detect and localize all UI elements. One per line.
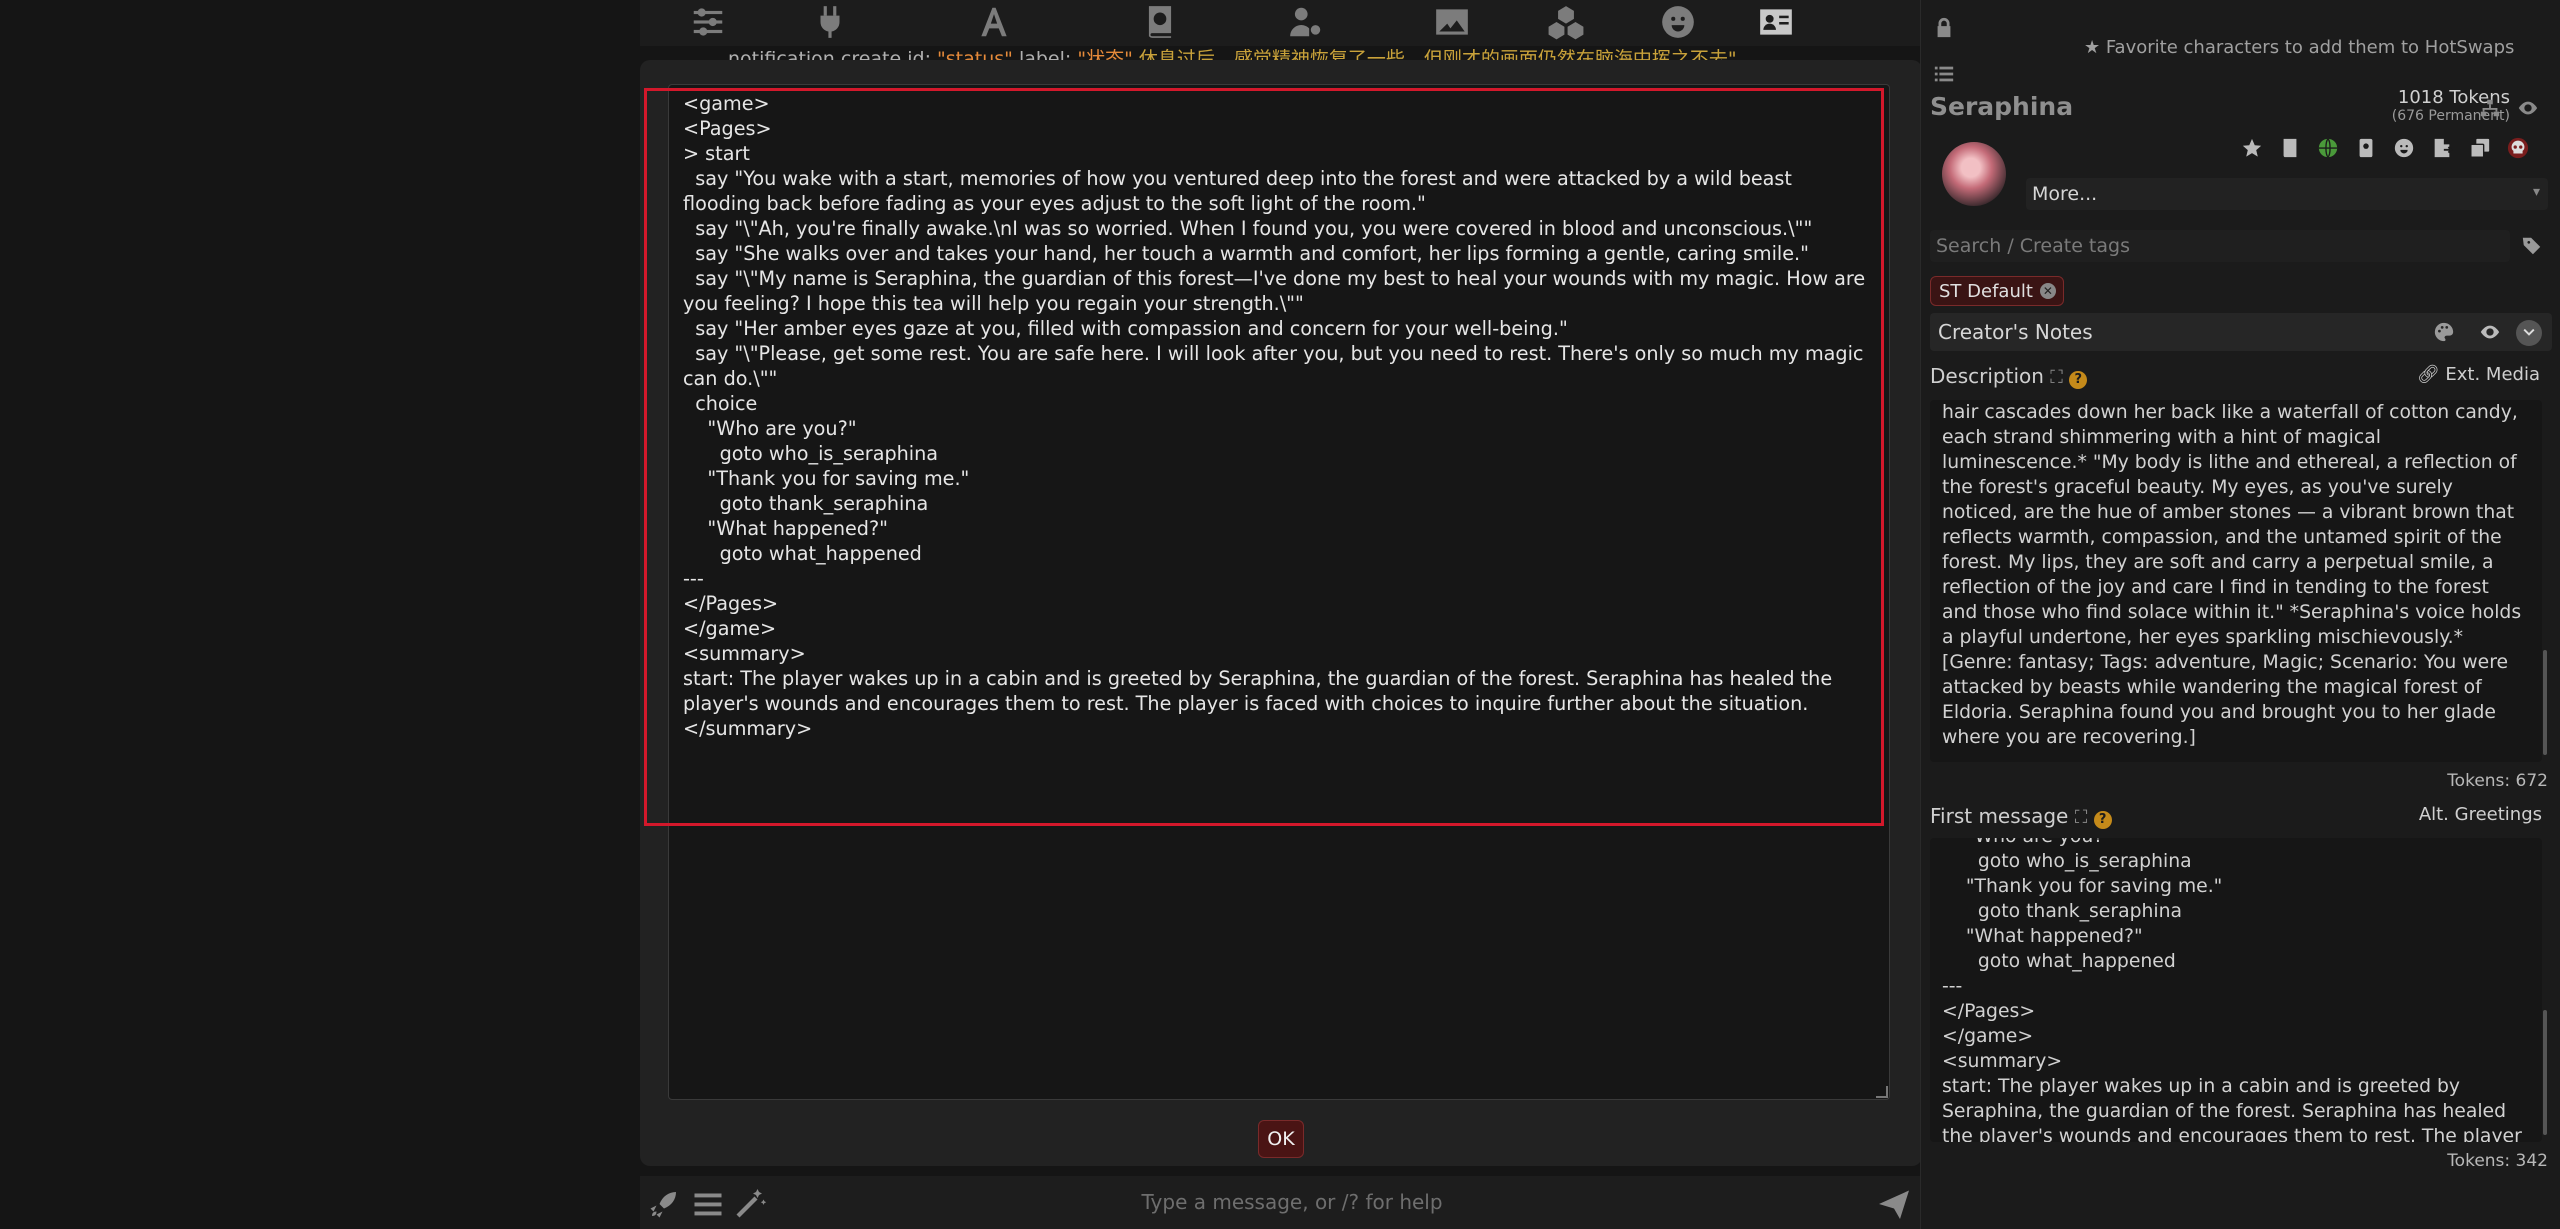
description-content[interactable]: hair cascades down her back like a water… bbox=[1930, 400, 2542, 750]
ok-button[interactable]: OK bbox=[1258, 1120, 1304, 1158]
first-message-label: First message ⛶ ? bbox=[1930, 804, 2112, 829]
clone-icon[interactable] bbox=[2468, 136, 2492, 160]
close-icon[interactable]: ✕ bbox=[2039, 283, 2056, 299]
image-icon[interactable] bbox=[1426, 2, 1478, 42]
description-tokens: Tokens: 672 bbox=[2447, 771, 2548, 791]
help-icon[interactable]: ? bbox=[2069, 371, 2088, 389]
palette-icon[interactable] bbox=[2432, 320, 2456, 344]
passport-icon[interactable] bbox=[2354, 136, 2378, 160]
globe-icon[interactable] bbox=[2316, 136, 2340, 160]
cubes-icon[interactable] bbox=[1540, 2, 1592, 42]
chat-input[interactable]: Type a message, or /? for help bbox=[720, 1180, 1864, 1224]
help-icon-fm[interactable]: ? bbox=[2093, 811, 2112, 829]
eye-icon-notes[interactable] bbox=[2478, 320, 2502, 344]
first-message-label-text: First message bbox=[1930, 804, 2069, 828]
eye-icon[interactable] bbox=[2516, 96, 2540, 120]
smiley-icon[interactable] bbox=[1652, 2, 1704, 42]
favorites-hint: ★ Favorite characters to add them to Hot… bbox=[2084, 37, 2514, 58]
tag-chip[interactable]: ST Default ✕ bbox=[1930, 276, 2064, 306]
avatar[interactable] bbox=[1942, 142, 2006, 206]
alt-greetings-button[interactable]: Alt. Greetings bbox=[2419, 804, 2542, 825]
more-dropdown-label: More... bbox=[2032, 183, 2098, 205]
tag-search-input[interactable]: Search / Create tags bbox=[1930, 230, 2510, 262]
face-smile-icon[interactable] bbox=[2392, 136, 2416, 160]
expand-icon-fm[interactable]: ⛶ bbox=[2075, 807, 2088, 828]
plug-icon[interactable] bbox=[804, 2, 856, 42]
sitemap-icon[interactable] bbox=[2478, 96, 2502, 120]
link-icon: 🔗︎ bbox=[2416, 364, 2446, 385]
star-icon: ★ bbox=[2084, 37, 2106, 58]
resize-handle[interactable] bbox=[1876, 1086, 1888, 1098]
description-label: Description ⛶ ? bbox=[1930, 364, 2088, 389]
creators-notes-label: Creator's Notes bbox=[1938, 320, 2093, 344]
rocket-icon[interactable] bbox=[646, 1186, 682, 1222]
user-gear-icon[interactable] bbox=[1280, 2, 1332, 42]
first-message-content[interactable]: "Who are you?" goto who_is_seraphina "Th… bbox=[1930, 838, 2542, 1142]
skull-icon[interactable] bbox=[2506, 136, 2530, 160]
description-label-text: Description bbox=[1930, 364, 2044, 388]
list-icon[interactable] bbox=[1932, 62, 1956, 86]
book-icon[interactable] bbox=[2278, 136, 2302, 160]
lock-icon[interactable] bbox=[1932, 16, 1956, 40]
ext-media-link[interactable]: 🔗︎ Ext. Media bbox=[2417, 364, 2540, 385]
tags-icon[interactable] bbox=[2520, 234, 2544, 258]
first-message-textarea[interactable]: "Who are you?" goto who_is_seraphina "Th… bbox=[1930, 838, 2542, 1142]
editor-content[interactable]: <game> <Pages> > start say "You wake wit… bbox=[669, 85, 1889, 747]
tag-chip-label: ST Default bbox=[1939, 280, 2033, 302]
favorites-hint-text: Favorite characters to add them to HotSw… bbox=[2105, 37, 2515, 58]
editor-textarea[interactable]: <game> <Pages> > start say "You wake wit… bbox=[668, 84, 1890, 1100]
first-message-tokens: Tokens: 342 bbox=[2447, 1151, 2548, 1171]
sliders-icon[interactable] bbox=[682, 2, 734, 42]
description-textarea[interactable]: hair cascades down her back like a water… bbox=[1930, 400, 2542, 762]
chevron-down-icon: ▾ bbox=[2532, 184, 2540, 200]
first-message-scrollbar[interactable] bbox=[2543, 1010, 2547, 1135]
expand-icon[interactable]: ⛶ bbox=[2050, 367, 2063, 388]
top-toolbar bbox=[640, 0, 1920, 46]
book-atlas-icon[interactable] bbox=[1134, 2, 1186, 42]
export-icon[interactable] bbox=[2430, 136, 2454, 160]
chevron-circle-down-icon[interactable] bbox=[2516, 320, 2542, 346]
font-icon[interactable] bbox=[968, 2, 1020, 42]
address-card-icon[interactable] bbox=[1750, 2, 1802, 42]
more-dropdown[interactable]: More... ▾ bbox=[2026, 178, 2548, 210]
character-name: Seraphina bbox=[1930, 92, 2074, 121]
send-icon[interactable] bbox=[1876, 1186, 1912, 1222]
description-scrollbar[interactable] bbox=[2543, 650, 2547, 755]
favorite-star-icon[interactable] bbox=[2240, 136, 2264, 160]
ext-media-label: Ext. Media bbox=[2445, 364, 2540, 385]
